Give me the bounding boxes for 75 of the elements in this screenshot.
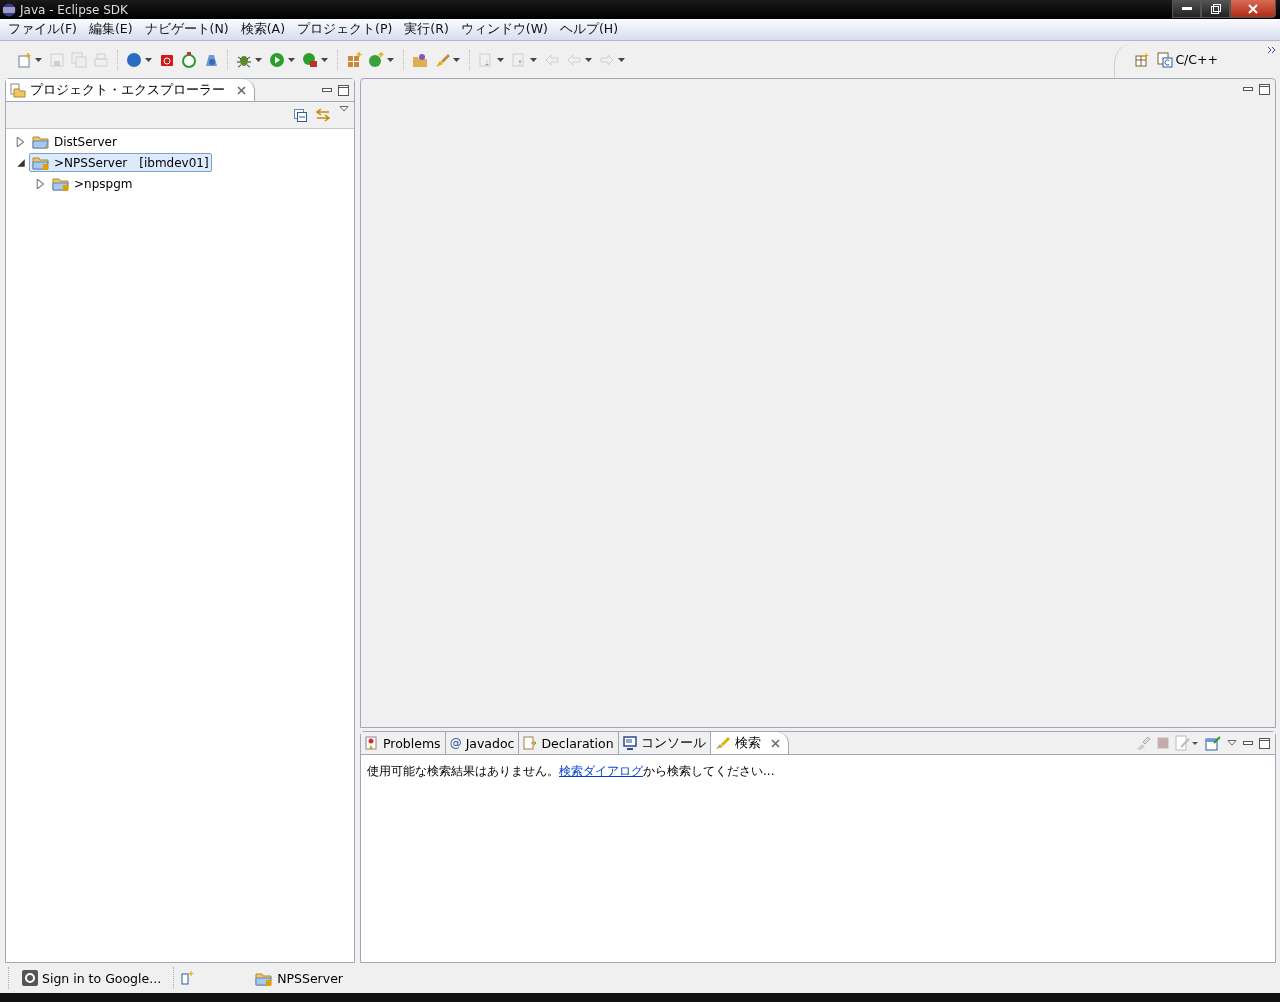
- dropdown-arrow-icon[interactable]: [34, 56, 43, 63]
- project-folder-icon: [52, 176, 70, 191]
- stopwatch-icon: [181, 51, 197, 68]
- tree-item[interactable]: >npspgm: [49, 174, 136, 193]
- save-icon: [49, 51, 65, 68]
- restore-icon: [1210, 3, 1221, 14]
- print-icon: [93, 51, 109, 68]
- toolbar-button[interactable]: [179, 49, 199, 70]
- problems-icon: [365, 736, 379, 750]
- maximize-icon[interactable]: [1259, 737, 1270, 749]
- tree-item[interactable]: >NPSServer [ibmdev01]: [29, 153, 212, 172]
- open-perspective-icon[interactable]: [1135, 52, 1150, 67]
- open-folder-icon: [412, 51, 428, 68]
- view-tab[interactable]: 検索: [710, 732, 789, 754]
- status-project: NPSServer: [249, 970, 349, 986]
- new-file-icon: [16, 51, 32, 68]
- run-icon: [269, 51, 285, 68]
- eclipse-logo-icon: [2, 2, 16, 17]
- save-all-icon: [71, 51, 87, 68]
- close-icon: [1248, 3, 1258, 14]
- restore-button[interactable]: [1201, 0, 1230, 18]
- dropdown-arrow-icon[interactable]: [287, 56, 296, 63]
- close-icon[interactable]: [237, 85, 246, 95]
- collapse-arrow-icon[interactable]: [16, 157, 26, 168]
- menu-item[interactable]: ウィンドウ(W): [454, 21, 554, 38]
- tree-item[interactable]: DistServer: [29, 132, 120, 151]
- run-tool-icon: [302, 51, 318, 68]
- package-icon: [346, 51, 362, 68]
- view-menu-icon[interactable]: [339, 106, 349, 112]
- search-dialog-link[interactable]: 検索ダイアログ: [559, 764, 643, 778]
- menu-item[interactable]: ファイル(F): [2, 21, 83, 38]
- minimize-icon[interactable]: [1243, 86, 1253, 92]
- project-folder-icon: [255, 970, 274, 986]
- menu-item[interactable]: 実行(R): [398, 21, 455, 38]
- google-sign-in[interactable]: Sign in to Google...: [16, 970, 168, 986]
- collapse-all-icon[interactable]: [294, 108, 307, 122]
- link-arrows-icon[interactable]: [315, 107, 331, 123]
- maximize-icon[interactable]: [338, 84, 349, 96]
- expand-arrow-icon[interactable]: [16, 136, 26, 147]
- monitor-icon: [622, 736, 637, 750]
- maximize-icon[interactable]: [1259, 83, 1270, 95]
- brush-icon: [434, 51, 450, 68]
- toolbar-button[interactable]: [366, 49, 397, 70]
- project-folder-icon: [32, 134, 50, 149]
- dropdown-arrow-icon[interactable]: [452, 56, 461, 63]
- project-explorer-tab[interactable]: プロジェクト・エクスプローラー: [6, 79, 255, 101]
- perspective-button[interactable]: C/C++: [1155, 49, 1220, 70]
- menu-item[interactable]: ヘルプ(H): [553, 21, 625, 38]
- dropdown-arrow-icon[interactable]: [320, 56, 329, 63]
- minimize-icon: [1181, 6, 1192, 11]
- new-class-icon: [368, 51, 384, 68]
- expand-arrow-icon[interactable]: [36, 178, 46, 189]
- close-icon[interactable]: [770, 738, 780, 748]
- dropdown-arrow-icon[interactable]: [254, 56, 263, 63]
- at-sign-icon: @: [449, 736, 462, 750]
- minimize-icon[interactable]: [1243, 740, 1253, 746]
- search-result-message: 使用可能な検索結果はありません。検索ダイアログから検索してください...: [366, 763, 776, 780]
- globe-icon: [126, 51, 142, 68]
- dropdown-arrow-icon[interactable]: [144, 56, 153, 63]
- folder-icon: [10, 82, 26, 98]
- project-folder-icon: [32, 155, 50, 170]
- declaration-icon: [523, 736, 538, 750]
- dropdown-arrow-icon[interactable]: [386, 56, 395, 63]
- menu-item[interactable]: ナビゲート(N): [138, 21, 235, 38]
- menu-item[interactable]: 検索(A): [234, 21, 292, 38]
- more-perspectives-icon[interactable]: [1267, 46, 1276, 54]
- minimize-button[interactable]: [1172, 0, 1201, 18]
- pin-icon[interactable]: [1205, 735, 1221, 751]
- menu-item[interactable]: 編集(E): [82, 21, 139, 38]
- minimize-icon[interactable]: [322, 87, 332, 93]
- c-perspective-icon: [1157, 51, 1174, 68]
- window-title: Java - Eclipse SDK: [20, 2, 128, 17]
- menu-item[interactable]: プロジェクト(P): [291, 21, 399, 38]
- close-button[interactable]: [1230, 0, 1276, 18]
- view-menu-icon[interactable]: [1227, 740, 1237, 746]
